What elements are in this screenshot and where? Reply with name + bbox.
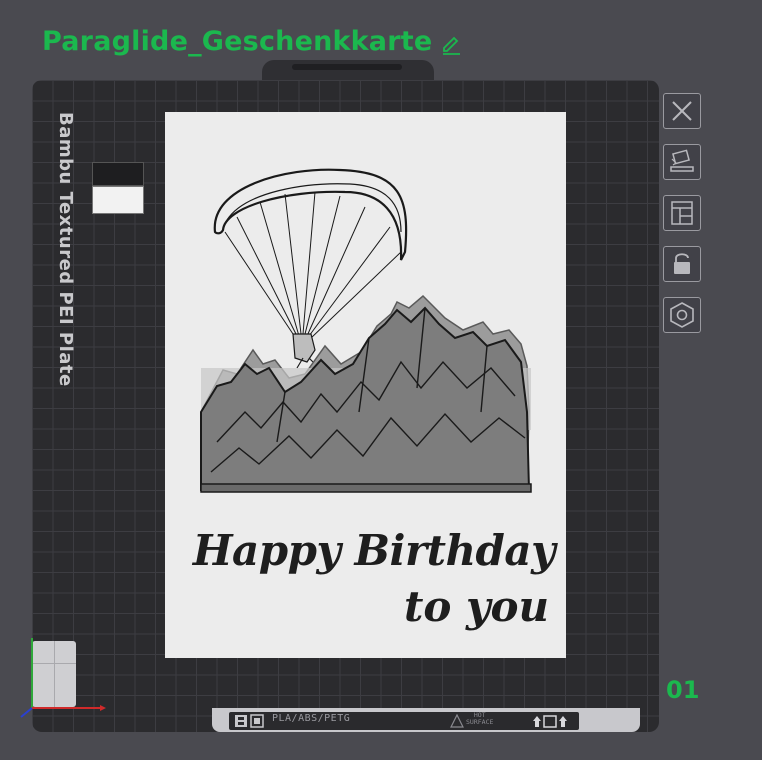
warning-triangle-icon (450, 714, 464, 728)
close-icon (672, 101, 692, 121)
plate-name-label: Bambu Textured PEI Plate (55, 112, 76, 387)
plate-top-tab-handle (292, 64, 402, 70)
pencil-edit-icon[interactable] (440, 34, 462, 56)
card-text-line1: Happy Birthday (192, 526, 556, 575)
lock-plate-button[interactable] (663, 246, 701, 282)
card-illustration (200, 168, 532, 493)
plate-number: 01 (666, 676, 700, 704)
arrange-icon (671, 201, 693, 225)
arrange-button[interactable] (663, 195, 701, 231)
plate-settings-button[interactable] (663, 297, 701, 333)
settings-icon (670, 302, 694, 328)
auto-orient-icon (670, 149, 694, 172)
lock-icon (674, 253, 690, 274)
filament-color-white[interactable] (92, 186, 144, 214)
auto-orient-button[interactable] (663, 144, 701, 180)
close-plate-button[interactable] (663, 93, 701, 129)
project-title[interactable]: Paraglide_Geschenkkarte (42, 26, 432, 57)
filament-compat-label: PLA/ABS/PETG (272, 713, 351, 724)
up-arrows-icon (533, 715, 567, 728)
card-text-line2: to you (404, 582, 549, 631)
bambu-logo-icon (235, 714, 264, 728)
filament-color-black[interactable] (92, 162, 144, 186)
axis-gizmo-icon (20, 638, 106, 718)
hot-surface-label: HOT SURFACE (466, 711, 494, 726)
filament-color-swatch[interactable] (92, 162, 144, 214)
model-birthday-card[interactable]: Happy Birthday to you (165, 112, 566, 658)
